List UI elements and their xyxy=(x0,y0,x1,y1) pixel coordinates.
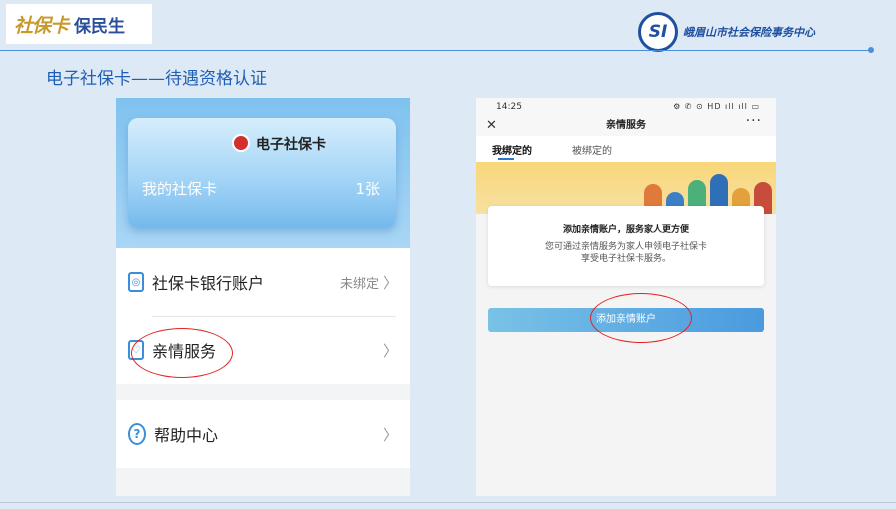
menu-item-help-center[interactable]: ? 帮助中心 〉 xyxy=(116,400,410,468)
nav-bar: ✕ 亲情服务 ··· xyxy=(476,113,776,136)
nav-title: 亲情服务 xyxy=(606,120,646,131)
heart-icon: ♡ xyxy=(128,340,144,360)
menu-list: ◎ 社保卡银行账户 未绑定〉 ♡ 亲情服务 〉 ? 帮助中心 〉 xyxy=(116,248,410,468)
chevron-right-icon: 〉 xyxy=(382,341,398,360)
chevron-right-icon: 〉 xyxy=(382,273,398,292)
right-phone-screenshot: 14:25 ⚙ ✆ ⊙ HD ıll ıll ▭ ✕ 亲情服务 ··· 我绑定的… xyxy=(476,98,776,496)
menu-item-label: 帮助中心 xyxy=(154,426,219,445)
footer-divider xyxy=(0,502,896,503)
agency-logo: SI 峨眉山市社会保险事务中心 xyxy=(638,12,815,52)
menu-item-label: 亲情服务 xyxy=(152,342,217,361)
logo-bold-text: 保民生 xyxy=(74,16,126,37)
card-count: 1张 xyxy=(355,180,380,198)
tab-bar: 我绑定的 被绑定的 xyxy=(476,136,776,162)
menu-item-label: 社保卡银行账户 xyxy=(152,274,265,293)
chevron-right-icon: 〉 xyxy=(382,425,398,444)
active-tab-underline xyxy=(498,158,514,160)
menu-item-status: 〉 xyxy=(379,424,398,445)
logo-script-text: 社保卡 xyxy=(14,14,69,37)
left-phone-screenshot: 电子社保卡 我的社保卡 1张 ◎ 社保卡银行账户 未绑定〉 ♡ 亲情服务 〉 ?… xyxy=(116,98,410,496)
si-badge-icon: SI xyxy=(638,12,678,52)
info-card-text: 您可通过亲情服务为家人申领电子社保卡 享受电子社保卡服务。 xyxy=(544,242,707,264)
social-security-card[interactable]: 电子社保卡 我的社保卡 1张 xyxy=(128,118,396,228)
tab-my-bindings[interactable]: 我绑定的 xyxy=(492,142,532,157)
card-title: 电子社保卡 xyxy=(256,137,326,153)
menu-item-status: 〉 xyxy=(379,340,398,361)
info-card: 添加亲情账户，服务家人更方便 您可通过亲情服务为家人申领电子社保卡 享受电子社保… xyxy=(488,206,764,286)
menu-item-bank-account[interactable]: ◎ 社保卡银行账户 未绑定〉 xyxy=(116,248,410,316)
add-family-account-button[interactable]: 添加亲情账户 xyxy=(488,308,764,332)
card-subtitle: 我的社保卡 xyxy=(142,180,218,198)
header-divider xyxy=(0,50,870,51)
more-icon[interactable]: ··· xyxy=(746,113,762,129)
question-icon: ? xyxy=(128,423,146,445)
status-bar: 14:25 ⚙ ✆ ⊙ HD ıll ıll ▭ xyxy=(476,98,776,116)
header-divider-dot xyxy=(868,47,874,53)
menu-item-family-service[interactable]: ♡ 亲情服务 〉 xyxy=(116,316,410,384)
tab-bound-by[interactable]: 被绑定的 xyxy=(572,142,612,157)
status-time: 14:25 xyxy=(496,102,522,112)
menu-item-status: 未绑定〉 xyxy=(339,273,398,292)
agency-name: 峨眉山市社会保险事务中心 xyxy=(683,26,815,39)
slide: 社保卡 保民生 SI 峨眉山市社会保险事务中心 电子社保卡——待遇资格认证 电子… xyxy=(0,0,896,509)
info-card-title: 添加亲情账户，服务家人更方便 xyxy=(562,225,689,235)
bank-card-icon: ◎ xyxy=(128,272,144,292)
emblem-icon xyxy=(232,134,250,152)
list-gap xyxy=(116,384,410,400)
shebaoka-logo: 社保卡 保民生 xyxy=(6,4,152,44)
slide-title: 电子社保卡——待遇资格认证 xyxy=(46,69,267,89)
